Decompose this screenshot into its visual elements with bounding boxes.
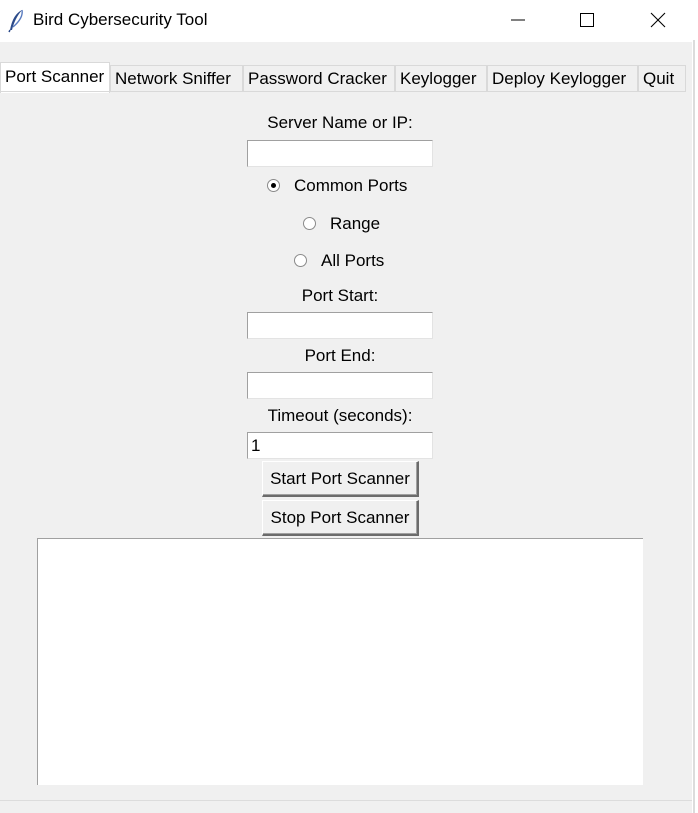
window-title: Bird Cybersecurity Tool — [33, 10, 208, 29]
tab-port-scanner[interactable]: Port Scanner — [0, 62, 110, 93]
port-end-label: Port End: — [304, 346, 376, 365]
radio-label: Range — [330, 214, 381, 233]
server-label: Server Name or IP: — [267, 113, 413, 132]
radio-label: All Ports — [321, 251, 385, 270]
radio-unselected-icon — [303, 217, 316, 230]
tab-deploy-keylogger[interactable]: Deploy Keylogger — [487, 65, 638, 92]
tab-label: Quit — [643, 69, 675, 88]
tab-divider — [0, 91, 686, 92]
timeout-input[interactable] — [247, 432, 433, 459]
maximize-icon — [580, 13, 594, 27]
minimize-button[interactable] — [495, 0, 541, 40]
port-end-input[interactable] — [247, 372, 433, 399]
minimize-icon — [511, 19, 525, 21]
start-port-scanner-button[interactable]: Start Port Scanner — [262, 461, 419, 497]
radio-label: Common Ports — [294, 176, 408, 195]
close-icon — [650, 12, 666, 28]
tab-label: Keylogger — [400, 69, 477, 88]
stop-port-scanner-button[interactable]: Stop Port Scanner — [262, 500, 419, 536]
output-text-area[interactable] — [37, 538, 643, 785]
close-button[interactable] — [635, 0, 681, 40]
server-input[interactable] — [247, 140, 433, 167]
tab-password-cracker[interactable]: Password Cracker — [243, 65, 395, 92]
status-divider — [0, 800, 692, 801]
radio-unselected-icon — [294, 254, 307, 267]
tab-quit[interactable]: Quit — [638, 65, 686, 92]
timeout-label: Timeout (seconds): — [267, 406, 413, 425]
tab-label: Deploy Keylogger — [492, 69, 627, 88]
title-bar: Bird Cybersecurity Tool — [0, 0, 698, 42]
tab-label: Network Sniffer — [115, 69, 231, 88]
port-start-label: Port Start: — [301, 286, 379, 305]
tab-keylogger[interactable]: Keylogger — [395, 65, 487, 92]
tab-label: Password Cracker — [248, 69, 387, 88]
radio-selected-icon — [267, 179, 280, 192]
tab-label: Port Scanner — [5, 67, 105, 86]
tab-bar: Port Scanner Network Sniffer Password Cr… — [0, 62, 686, 93]
window-edge — [692, 40, 698, 813]
feather-icon — [7, 9, 27, 33]
maximize-button[interactable] — [564, 0, 610, 40]
port-start-input[interactable] — [247, 312, 433, 339]
tab-network-sniffer[interactable]: Network Sniffer — [110, 65, 243, 92]
